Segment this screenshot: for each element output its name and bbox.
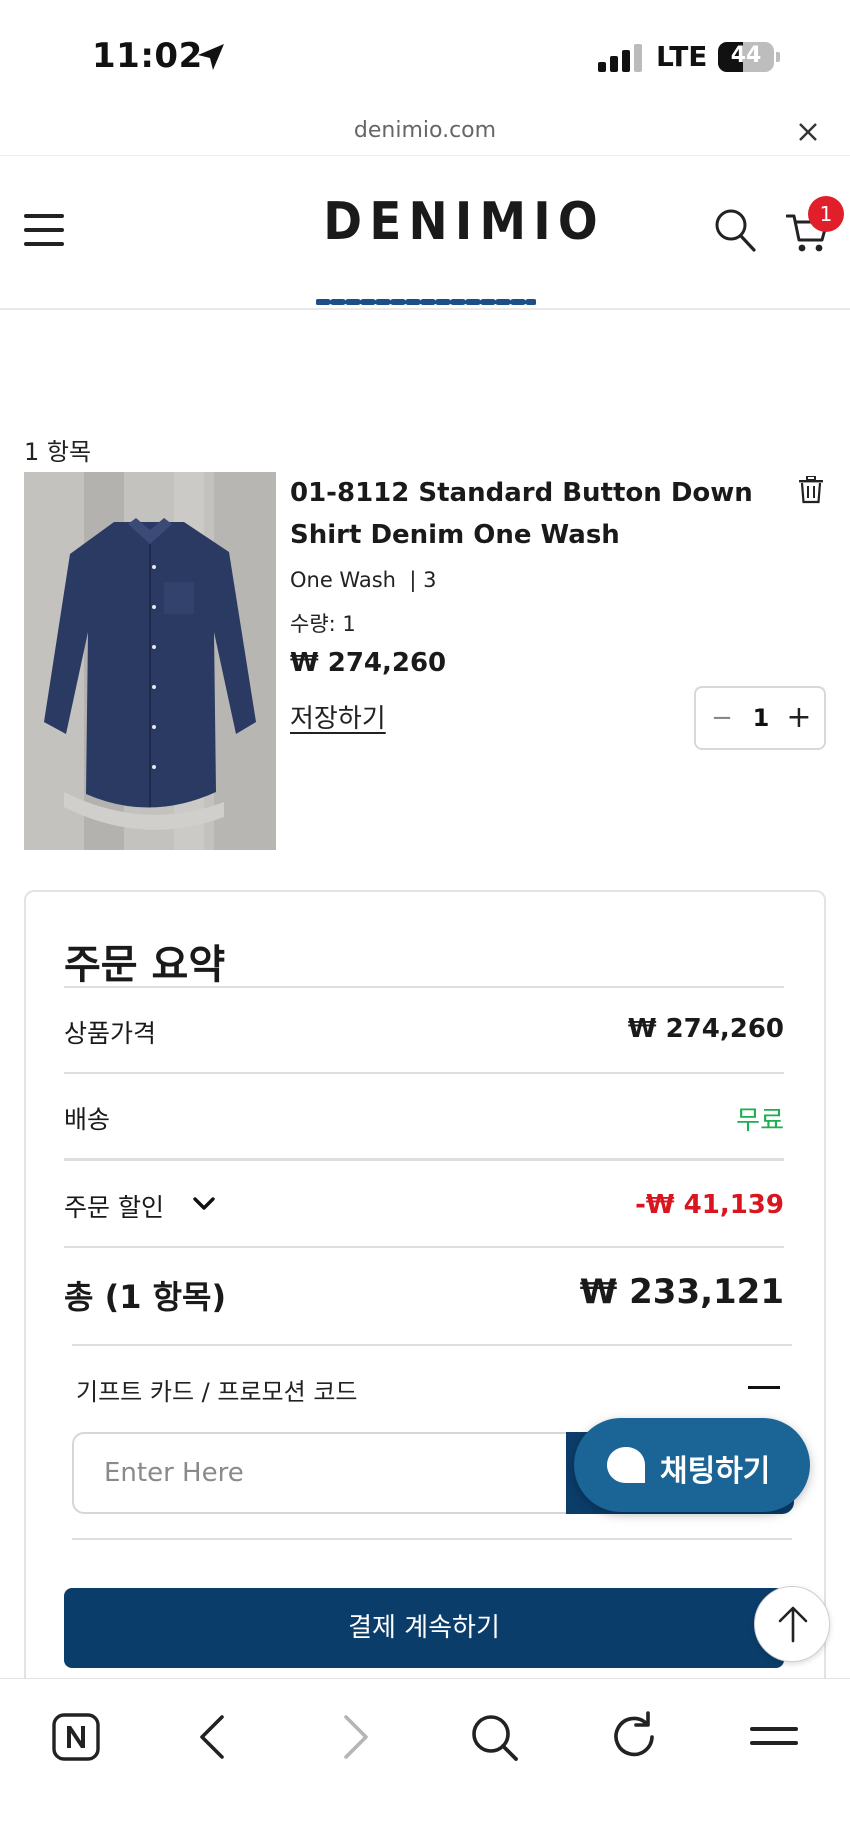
battery-icon: 44 — [718, 42, 780, 72]
naver-home-icon[interactable] — [48, 1709, 104, 1765]
chat-button[interactable]: 채팅하기 — [574, 1418, 810, 1512]
chevron-down-icon[interactable] — [192, 1196, 216, 1212]
product-variant: One Wash | 3 — [290, 568, 437, 592]
location-arrow-icon — [198, 44, 224, 70]
total-value: ₩ 233,121 — [579, 1272, 784, 1312]
logo-stitch-line — [316, 299, 536, 305]
network-type: LTE — [656, 40, 708, 73]
site-header: DENIMIO 1 — [0, 156, 850, 310]
subtotal-value: ₩ 274,260 — [627, 1014, 784, 1044]
divider — [64, 1246, 784, 1248]
product-title[interactable]: 01-8112 Standard Button Down Shirt Denim… — [290, 472, 760, 556]
status-bar: 11:02 LTE 44 — [0, 0, 850, 110]
forward-icon[interactable] — [326, 1709, 382, 1765]
status-time: 11:02 — [92, 36, 203, 76]
reload-icon[interactable] — [606, 1709, 662, 1765]
divider — [64, 1158, 784, 1161]
hamburger-menu-icon[interactable] — [24, 212, 64, 248]
back-icon[interactable] — [186, 1709, 242, 1765]
promo-code-input[interactable] — [72, 1432, 568, 1514]
shipping-value: 무료 — [736, 1106, 784, 1136]
arrow-up-icon — [778, 1606, 808, 1643]
battery-percent: 44 — [730, 43, 762, 68]
divider — [72, 1538, 792, 1540]
cart-count-badge: 1 — [808, 196, 844, 232]
promo-code-label[interactable]: 기프트 카드 / 프로모션 코드 — [76, 1372, 357, 1407]
checkout-button[interactable]: 결제 계속하기 — [64, 1588, 784, 1668]
decrease-quantity-button[interactable]: − — [710, 702, 734, 734]
total-label: 총 (1 항목) — [64, 1278, 227, 1316]
browser-url-bar[interactable]: denimio.com — [0, 110, 850, 156]
signal-bars-icon — [598, 44, 642, 72]
menu-icon[interactable] — [746, 1709, 802, 1765]
trash-icon[interactable] — [798, 476, 824, 504]
product-quantity-label: 수량: 1 — [290, 612, 356, 636]
divider — [72, 1344, 792, 1346]
search-icon[interactable] — [714, 208, 756, 252]
divider — [64, 1072, 784, 1074]
search-icon[interactable] — [466, 1709, 522, 1765]
divider — [64, 986, 784, 988]
order-summary-title: 주문 요약 — [64, 942, 226, 988]
subtotal-label: 상품가격 — [64, 1019, 157, 1048]
shirt-illustration — [24, 472, 276, 850]
logo-text: DENIMIO — [323, 192, 605, 252]
quantity-stepper: − 1 + — [694, 686, 826, 750]
chat-label: 채팅하기 — [660, 1454, 771, 1489]
increase-quantity-button[interactable]: + — [786, 702, 812, 734]
quantity-value: 1 — [752, 704, 770, 732]
site-logo[interactable]: DENIMIO — [312, 192, 605, 305]
scroll-to-top-button[interactable] — [754, 1586, 830, 1662]
cart-item-count: 1 항목 — [24, 438, 92, 466]
browser-toolbar — [0, 1678, 850, 1842]
product-image[interactable] — [24, 472, 276, 850]
close-icon[interactable] — [796, 120, 820, 144]
order-discount-value: -₩ 41,139 — [635, 1190, 784, 1220]
product-price: ₩ 274,260 — [290, 648, 447, 678]
url-text[interactable]: denimio.com — [0, 118, 850, 143]
cart-button[interactable]: 1 — [782, 196, 844, 260]
chat-bubble-icon — [607, 1447, 645, 1483]
save-for-later-link[interactable]: 저장하기 — [290, 698, 386, 735]
shipping-label: 배송 — [64, 1105, 111, 1134]
collapse-promo-icon[interactable] — [748, 1386, 780, 1389]
order-discount-toggle[interactable]: 주문 할인 — [64, 1188, 164, 1224]
